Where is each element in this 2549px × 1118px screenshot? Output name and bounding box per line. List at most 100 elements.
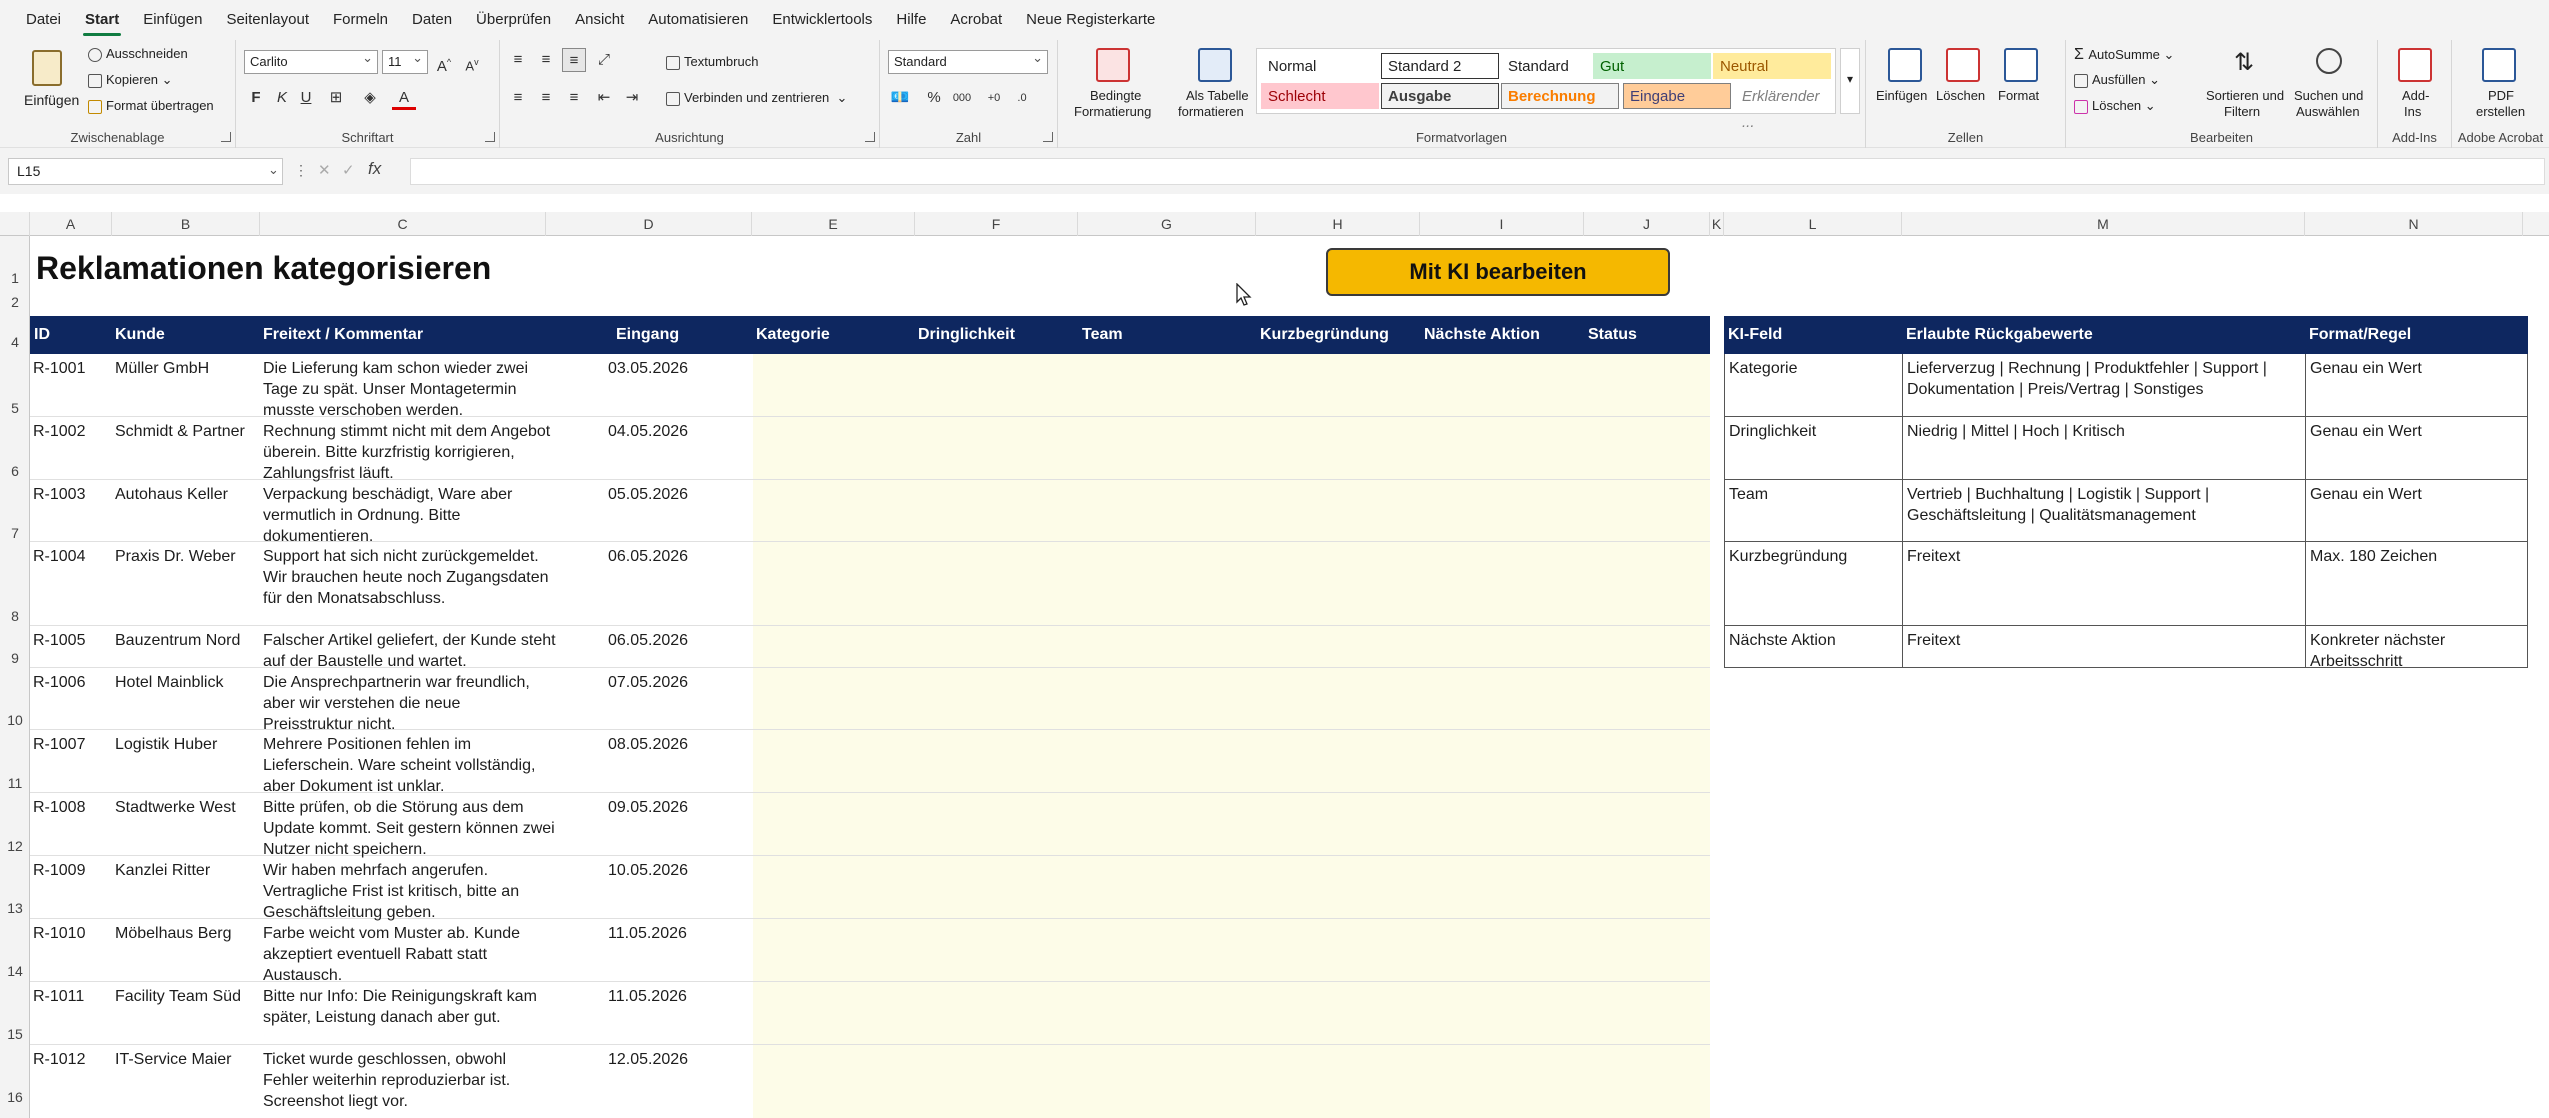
namebox-dropdown-icon[interactable]: ⌄: [268, 162, 279, 178]
tab-neue-registerkarte[interactable]: Neue Registerkarte: [1014, 0, 1167, 40]
bold-icon[interactable]: F: [244, 86, 268, 110]
row-header[interactable]: 16: [0, 1089, 30, 1105]
tab-entwicklertools[interactable]: Entwicklertools: [760, 0, 884, 40]
indent-decrease-icon[interactable]: ⇤: [592, 86, 616, 110]
column-header[interactable]: M: [1902, 212, 2305, 236]
cancel-icon[interactable]: ✕: [318, 161, 331, 179]
column-header[interactable]: H: [1256, 212, 1420, 236]
align-left-icon[interactable]: ≡: [506, 86, 530, 110]
row-header[interactable]: 13: [0, 900, 30, 916]
row-header[interactable]: 12: [0, 838, 30, 854]
style-berechnung[interactable]: Berechnung: [1501, 83, 1619, 109]
align-right-icon[interactable]: ≡: [562, 86, 586, 110]
table-row[interactable]: R-1006 Hotel Mainblick Die Ansprechpartn…: [30, 668, 1710, 733]
table-row[interactable]: R-1007 Logistik Huber Mehrere Positionen…: [30, 730, 1710, 795]
shrink-font-icon[interactable]: Av: [460, 50, 484, 74]
orientation-icon[interactable]: ⤢: [592, 48, 616, 72]
ki-rule-row[interactable]: Kategorie Lieferverzug | Rechnung | Prod…: [1724, 354, 2528, 417]
font-size-select[interactable]: 11: [382, 47, 428, 74]
column-header[interactable]: F: [915, 212, 1078, 236]
tab-hilfe[interactable]: Hilfe: [884, 0, 938, 40]
row-header[interactable]: 2: [0, 294, 30, 310]
alignment-launcher-icon[interactable]: [865, 132, 875, 142]
row-header[interactable]: 4: [0, 334, 30, 350]
sort-filter-button[interactable]: ⇅ Sortieren und Filtern: [2206, 44, 2290, 124]
tab-acrobat[interactable]: Acrobat: [938, 0, 1014, 40]
formula-input[interactable]: [410, 158, 2545, 185]
cut-button[interactable]: Ausschneiden: [88, 46, 188, 62]
align-middle-icon[interactable]: ≡: [534, 48, 558, 72]
clear-button[interactable]: Löschen ⌄: [2074, 98, 2156, 114]
autosum-button[interactable]: Σ AutoSumme ⌄: [2074, 46, 2174, 64]
tab-start[interactable]: Start: [73, 0, 131, 40]
column-header[interactable]: B: [112, 212, 260, 236]
conditional-formatting-button[interactable]: Bedingte Formatierung: [1064, 44, 1164, 124]
table-row[interactable]: R-1005 Bauzentrum Nord Falscher Artikel …: [30, 626, 1710, 670]
ki-rule-row[interactable]: Nächste Aktion Freitext Konkreter nächst…: [1724, 626, 2528, 670]
currency-icon[interactable]: 💶: [888, 86, 912, 110]
tab-daten[interactable]: Daten: [400, 0, 464, 40]
select-all-corner[interactable]: [0, 212, 30, 236]
row-header[interactable]: 1: [0, 270, 30, 286]
row-header[interactable]: 15: [0, 1026, 30, 1042]
format-painter-button[interactable]: Format übertragen: [88, 98, 214, 114]
style-ausgabe[interactable]: Ausgabe: [1381, 83, 1499, 109]
name-box[interactable]: L15: [8, 158, 283, 185]
table-row[interactable]: R-1003 Autohaus Keller Verpackung beschä…: [30, 480, 1710, 545]
style-schlecht[interactable]: Schlecht: [1261, 83, 1379, 109]
format-cells-button[interactable]: Format: [1992, 44, 2048, 124]
ki-rule-row[interactable]: Kurzbegründung Freitext Max. 180 Zeichen: [1724, 542, 2528, 626]
addins-button[interactable]: Add- Ins: [2386, 44, 2444, 124]
row-header[interactable]: 10: [0, 712, 30, 728]
tab-datei[interactable]: Datei: [14, 0, 73, 40]
table-row[interactable]: R-1009 Kanzlei Ritter Wir haben mehrfach…: [30, 856, 1710, 921]
row-header[interactable]: 8: [0, 608, 30, 624]
wrap-text-button[interactable]: Textumbruch: [666, 54, 758, 70]
column-header[interactable]: C: [260, 212, 546, 236]
create-pdf-button[interactable]: PDF erstellen: [2460, 44, 2540, 124]
format-as-table-button[interactable]: Als Tabelle formatieren: [1166, 44, 1266, 124]
style-gut[interactable]: Gut: [1593, 53, 1711, 79]
styles-more-icon[interactable]: ▾: [1840, 48, 1860, 114]
table-row[interactable]: R-1008 Stadtwerke West Bitte prüfen, ob …: [30, 793, 1710, 858]
fill-color-icon[interactable]: ◈: [358, 86, 382, 110]
style-eingabe[interactable]: Eingabe: [1623, 83, 1731, 109]
find-select-button[interactable]: Suchen und Auswählen: [2294, 44, 2374, 124]
ki-edit-button[interactable]: Mit KI bearbeiten: [1326, 248, 1670, 296]
copy-button[interactable]: Kopieren ⌄: [88, 72, 173, 88]
tab-ansicht[interactable]: Ansicht: [563, 0, 636, 40]
style-neutral[interactable]: Neutral: [1713, 53, 1831, 79]
row-header[interactable]: 14: [0, 963, 30, 979]
align-bottom-icon[interactable]: ≡: [562, 48, 586, 72]
ki-rule-row[interactable]: Dringlichkeit Niedrig | Mittel | Hoch | …: [1724, 417, 2528, 480]
worksheet[interactable]: Reklamationen kategorisieren Mit KI bear…: [30, 236, 2549, 1118]
row-header[interactable]: 9: [0, 650, 30, 666]
column-header[interactable]: J: [1584, 212, 1710, 236]
align-top-icon[interactable]: ≡: [506, 48, 530, 72]
column-header[interactable]: I: [1420, 212, 1584, 236]
align-center-icon[interactable]: ≡: [534, 86, 558, 110]
number-launcher-icon[interactable]: [1043, 132, 1053, 142]
border-icon[interactable]: ⊞: [324, 86, 348, 110]
decrease-decimal-icon[interactable]: .0: [1010, 86, 1034, 110]
clipboard-launcher-icon[interactable]: [221, 132, 231, 142]
italic-icon[interactable]: K: [270, 86, 294, 110]
tab-einfuegen[interactable]: Einfügen: [131, 0, 214, 40]
row-header[interactable]: 5: [0, 400, 30, 416]
percent-icon[interactable]: %: [922, 86, 946, 110]
paste-button[interactable]: Einfügen: [18, 46, 80, 110]
tab-automatisieren[interactable]: Automatisieren: [636, 0, 760, 40]
underline-icon[interactable]: U: [294, 86, 318, 110]
more-options-icon[interactable]: ⋮: [294, 162, 308, 179]
table-row[interactable]: R-1001 Müller GmbH Die Lieferung kam sch…: [30, 354, 1710, 419]
confirm-icon[interactable]: ✓: [342, 161, 355, 179]
increase-decimal-icon[interactable]: +0: [982, 86, 1006, 110]
font-launcher-icon[interactable]: [485, 132, 495, 142]
merge-center-button[interactable]: Verbinden und zentrieren ⌄: [666, 90, 847, 106]
row-header[interactable]: 11: [0, 775, 30, 791]
insert-cells-button[interactable]: Einfügen: [1876, 44, 1932, 124]
column-header[interactable]: N: [2305, 212, 2523, 236]
table-row[interactable]: R-1002 Schmidt & Partner Rechnung stimmt…: [30, 417, 1710, 482]
fill-button[interactable]: Ausfüllen ⌄: [2074, 72, 2160, 88]
delete-cells-button[interactable]: Löschen: [1934, 44, 1990, 124]
